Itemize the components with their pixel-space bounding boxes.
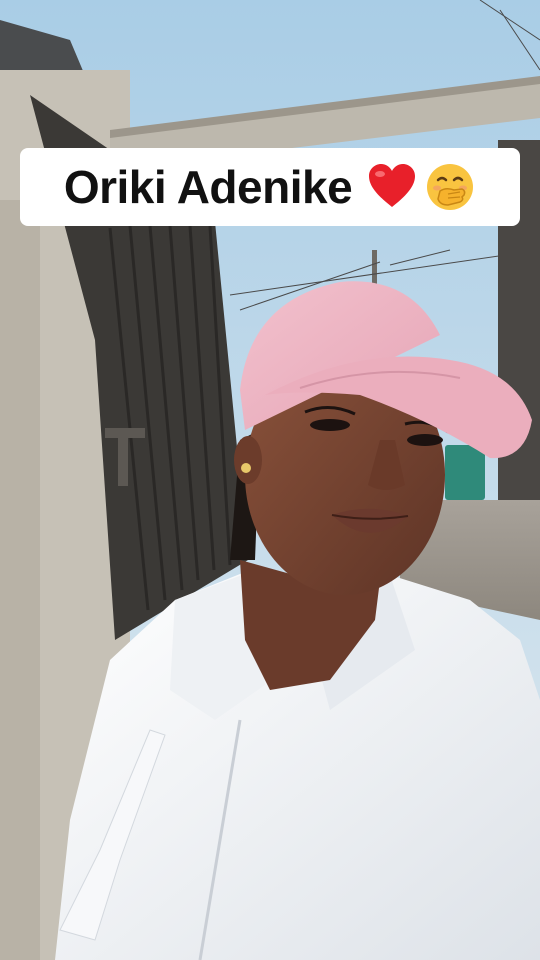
green-bin [445, 445, 485, 500]
caption-emojis [366, 161, 476, 213]
video-frame: Oriki Adenike [0, 0, 540, 960]
selfie-photo [0, 0, 540, 960]
gate-latch [105, 428, 145, 438]
caption-text: Oriki Adenike [63, 161, 353, 213]
caption-banner: Oriki Adenike [20, 148, 520, 226]
ear [234, 436, 262, 484]
right-eye [407, 434, 443, 446]
hand-over-mouth-face-icon [427, 164, 474, 210]
left-eye [310, 419, 350, 431]
earring [241, 463, 251, 473]
red-heart-icon [369, 164, 416, 207]
